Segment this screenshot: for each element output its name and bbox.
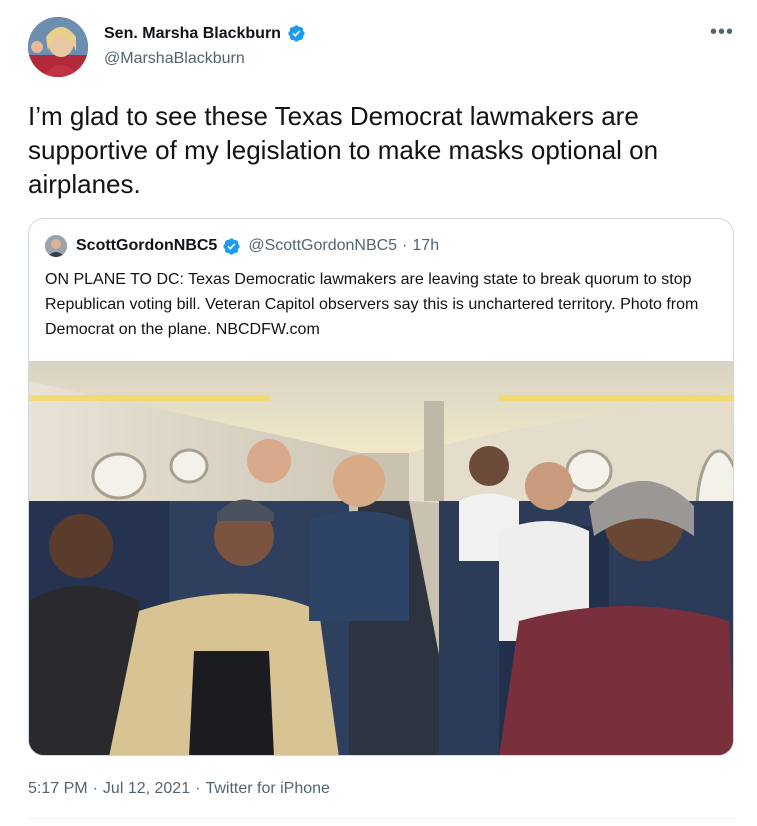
tweet-source[interactable]: Twitter for iPhone — [205, 780, 330, 798]
quoted-author-display-name: ScottGordonNBC5 — [76, 237, 218, 254]
quoted-tweet[interactable]: ScottGordonNBC5 @ScottGordonNBC5 · 17h O… — [28, 218, 734, 756]
meta-separator: · — [92, 780, 98, 797]
tweet-time[interactable]: 5:17 PM — [28, 780, 88, 798]
tweet-text: I’m glad to see these Texas Democrat law… — [28, 101, 659, 199]
quoted-tweet-header: ScottGordonNBC5 @ScottGordonNBC5 · 17h — [45, 235, 439, 257]
tweet-date[interactable]: Jul 12, 2021 — [103, 780, 190, 798]
author-avatar[interactable] — [28, 17, 88, 77]
verified-badge-icon — [287, 24, 306, 43]
quoted-tweet-text: ON PLANE TO DC: Texas Democratic lawmake… — [45, 271, 699, 338]
tweet-card: Sen. Marsha Blackburn @MarshaBlackburn •… — [0, 0, 757, 826]
quoted-verified-badge-icon — [222, 237, 241, 256]
quoted-tweet-photo[interactable] — [29, 361, 733, 755]
tweet-meta: 5:17 PM · Jul 12, 2021 · Twitter for iPh… — [28, 780, 330, 798]
divider — [28, 818, 735, 819]
quoted-separator: · — [402, 237, 408, 254]
quoted-timestamp[interactable]: 17h — [412, 237, 439, 255]
author-name-row[interactable]: Sen. Marsha Blackburn — [104, 24, 306, 43]
quoted-author-handle: @ScottGordonNBC5 — [248, 237, 398, 254]
meta-separator: · — [195, 780, 201, 797]
author-display-name[interactable]: Sen. Marsha Blackburn — [104, 25, 281, 43]
author-handle[interactable]: @MarshaBlackburn — [104, 50, 245, 68]
quoted-author-avatar — [45, 235, 67, 257]
more-options-icon[interactable]: ••• — [709, 22, 735, 42]
